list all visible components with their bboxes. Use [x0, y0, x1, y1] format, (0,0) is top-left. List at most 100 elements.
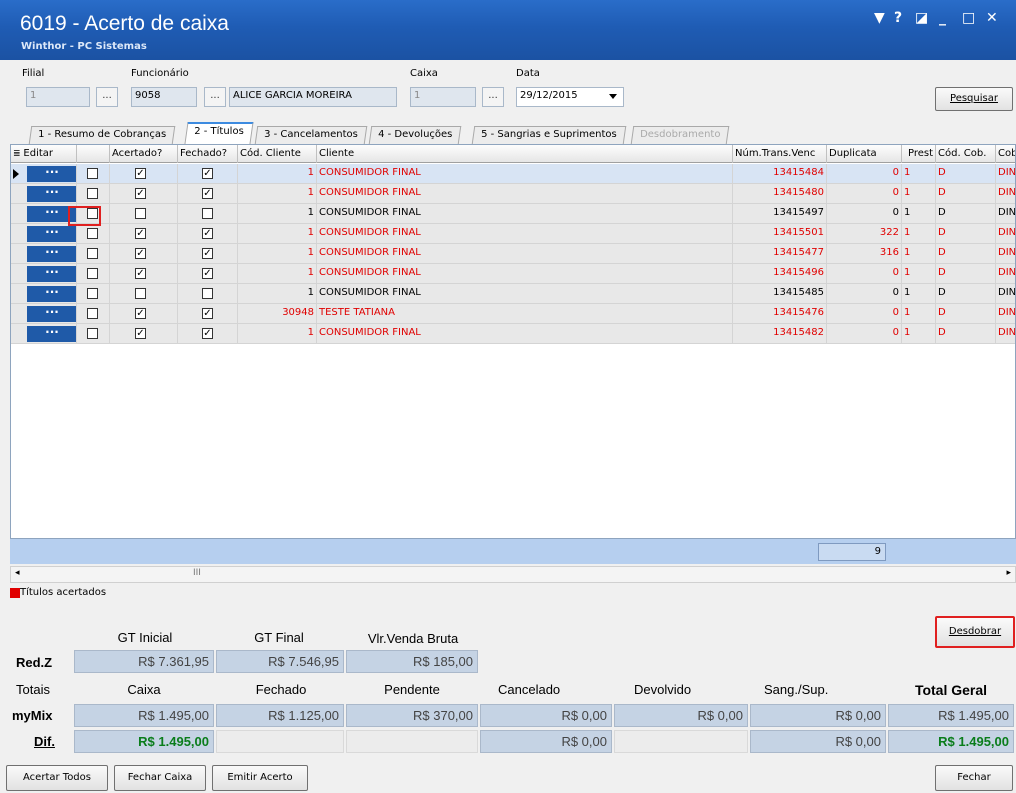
edit-button[interactable]: ···	[27, 186, 76, 202]
table-row[interactable]: ···✓✓1CONSUMIDOR FINAL1341548401DDINH	[11, 164, 1015, 184]
filial-field[interactable]: 1	[26, 87, 90, 107]
col-select[interactable]	[77, 145, 110, 163]
redz-vlr-venda: R$ 185,00	[346, 650, 478, 673]
duplicata-cell: 0	[827, 164, 902, 184]
fechado-checkbox[interactable]: ✓	[202, 168, 213, 179]
row-select-checkbox[interactable]	[87, 168, 98, 179]
funcionario-code-field[interactable]: 9058	[131, 87, 197, 107]
row-select-checkbox[interactable]	[87, 188, 98, 199]
table-row[interactable]: ···✓✓1CONSUMIDOR FINAL134154773161DDINH	[11, 244, 1015, 264]
titulos-grid[interactable]: ≣ Editar Acertado? Fechado? Cód. Cliente…	[10, 144, 1016, 541]
table-row[interactable]: ···✓✓1CONSUMIDOR FINAL1341548001DDINH	[11, 184, 1015, 204]
acertado-checkbox[interactable]: ✓	[135, 248, 146, 259]
table-row[interactable]: ···✓✓1CONSUMIDOR FINAL1341549601DDINH	[11, 264, 1015, 284]
col-cobr[interactable]: Cobr	[996, 145, 1015, 163]
acertado-checkbox[interactable]: ✓	[135, 188, 146, 199]
edit-button[interactable]: ···	[27, 246, 76, 262]
maximize-icon[interactable]: □	[962, 10, 975, 26]
edit-button[interactable]: ···	[27, 286, 76, 302]
scroll-left-icon[interactable]: ◂	[15, 568, 20, 578]
close-icon[interactable]: ✕	[986, 10, 998, 26]
fechado-checkbox[interactable]: ✓	[202, 248, 213, 259]
row-select-checkbox[interactable]	[87, 328, 98, 339]
pesquisar-button[interactable]: Pesquisar	[935, 87, 1013, 111]
col-cod-cob[interactable]: Cód. Cob.	[936, 145, 996, 163]
edit-button[interactable]: ···	[27, 226, 76, 242]
col-num-trans-venc[interactable]: Núm.Trans.Venc	[733, 145, 827, 163]
table-row[interactable]: ··· ✓ ✓ 30948TESTE TATIANA1341547601DDINH	[11, 304, 1015, 324]
edit-button[interactable]: ···	[27, 326, 76, 342]
cobr-cell: DINH	[996, 304, 1015, 324]
mymix-devolvido: R$ 0,00	[614, 704, 748, 727]
row-select-checkbox[interactable]	[87, 248, 98, 259]
tab-cancelamentos[interactable]: 3 - Cancelamentos	[254, 126, 368, 144]
acertar-todos-button[interactable]: Acertar Todos	[6, 765, 108, 791]
acertado-checkbox[interactable]: ✓	[135, 168, 146, 179]
fechar-caixa-button[interactable]: Fechar Caixa	[114, 765, 206, 791]
fechado-checkbox[interactable]: ✓	[202, 188, 213, 199]
fechado-checkbox[interactable]: ✓	[202, 268, 213, 279]
emitir-acerto-button[interactable]: Emitir Acerto	[212, 765, 308, 791]
col-fechado[interactable]: Fechado?	[178, 145, 238, 163]
funcionario-lookup-button[interactable]: ...	[204, 87, 226, 107]
cod-cob-cell: D	[936, 224, 996, 244]
fechado-checkbox[interactable]	[202, 208, 213, 219]
acertado-checkbox[interactable]: ✓	[135, 328, 146, 339]
table-row[interactable]: ···1CONSUMIDOR FINAL1341549701DDINH	[11, 204, 1015, 224]
col-duplicata[interactable]: Duplicata	[827, 145, 902, 163]
acertado-checkbox[interactable]	[135, 208, 146, 219]
edit-button[interactable]: ···	[27, 166, 76, 182]
chevron-down-icon[interactable]	[609, 94, 617, 99]
help-icon[interactable]: ?	[894, 10, 902, 26]
cod-cob-cell: D	[936, 204, 996, 224]
cod-cob-cell: D	[936, 184, 996, 204]
row-select-checkbox[interactable]	[87, 228, 98, 239]
col-editar[interactable]: ≣ Editar	[11, 145, 77, 163]
edit-button[interactable]: ···	[27, 266, 76, 282]
col-cliente[interactable]: Cliente	[317, 145, 733, 163]
duplicata-cell: 316	[827, 244, 902, 264]
col-acertado[interactable]: Acertado?	[110, 145, 178, 163]
tab-desdobramento: Desdobramento	[630, 126, 730, 144]
scroll-right-icon[interactable]: ▸	[1006, 568, 1011, 578]
col-cod-cliente[interactable]: Cód. Cliente	[238, 145, 317, 163]
dropdown-menu-icon[interactable]: ▼	[874, 10, 885, 26]
table-row[interactable]: ···✓✓1CONSUMIDOR FINAL134155013221DDINH	[11, 224, 1015, 244]
restore-icon[interactable]: ◪	[915, 10, 928, 26]
fechar-button[interactable]: Fechar	[935, 765, 1013, 791]
mymix-pendente: R$ 370,00	[346, 704, 478, 727]
col-prest[interactable]: Prest	[902, 145, 936, 163]
table-row[interactable]: ···✓✓1CONSUMIDOR FINAL1341548201DDINH	[11, 324, 1015, 344]
row-select-checkbox[interactable]	[87, 288, 98, 299]
cobr-cell: DINH	[996, 284, 1015, 304]
horizontal-scrollbar[interactable]: ◂ III ▸	[10, 566, 1016, 583]
acertado-checkbox[interactable]	[135, 288, 146, 299]
minimize-icon[interactable]: _	[939, 10, 946, 26]
tab-resumo-cobrancas[interactable]: 1 - Resumo de Cobranças	[28, 126, 176, 144]
acertado-checkbox[interactable]: ✓	[135, 308, 146, 319]
tab-devolucoes[interactable]: 4 - Devoluções	[368, 126, 462, 144]
caixa-lookup-button[interactable]: ...	[482, 87, 504, 107]
fechado-cell: ✓	[178, 324, 238, 344]
tab-sangrias-suprimentos[interactable]: 5 - Sangrias e Suprimentos	[471, 126, 626, 144]
fechado-checkbox[interactable]: ✓	[202, 328, 213, 339]
duplicata-cell: 0	[827, 284, 902, 304]
fechado-checkbox[interactable]: ✓	[202, 308, 213, 319]
dif-sangsup: R$ 0,00	[750, 730, 886, 753]
acertado-checkbox[interactable]: ✓	[135, 268, 146, 279]
date-picker[interactable]: 29/12/2015	[516, 87, 624, 107]
row-select-checkbox[interactable]	[87, 268, 98, 279]
fechado-checkbox[interactable]	[202, 288, 213, 299]
desdobrar-button[interactable]: Desdobrar	[935, 616, 1015, 648]
caixa-field[interactable]: 1	[410, 87, 476, 107]
fechado-checkbox[interactable]: ✓	[202, 228, 213, 239]
edit-button[interactable]: ···	[27, 306, 76, 322]
row-select-checkbox[interactable]	[87, 308, 98, 319]
cod-cob-cell: D	[936, 304, 996, 324]
caixa-label: Caixa	[410, 68, 438, 79]
acertado-checkbox[interactable]: ✓	[135, 228, 146, 239]
scroll-thumb-grip[interactable]: III	[193, 568, 201, 578]
filial-lookup-button[interactable]: ...	[96, 87, 118, 107]
table-row[interactable]: ···1CONSUMIDOR FINAL1341548501DDINH	[11, 284, 1015, 304]
tab-titulos[interactable]: 2 - Títulos	[184, 122, 254, 144]
